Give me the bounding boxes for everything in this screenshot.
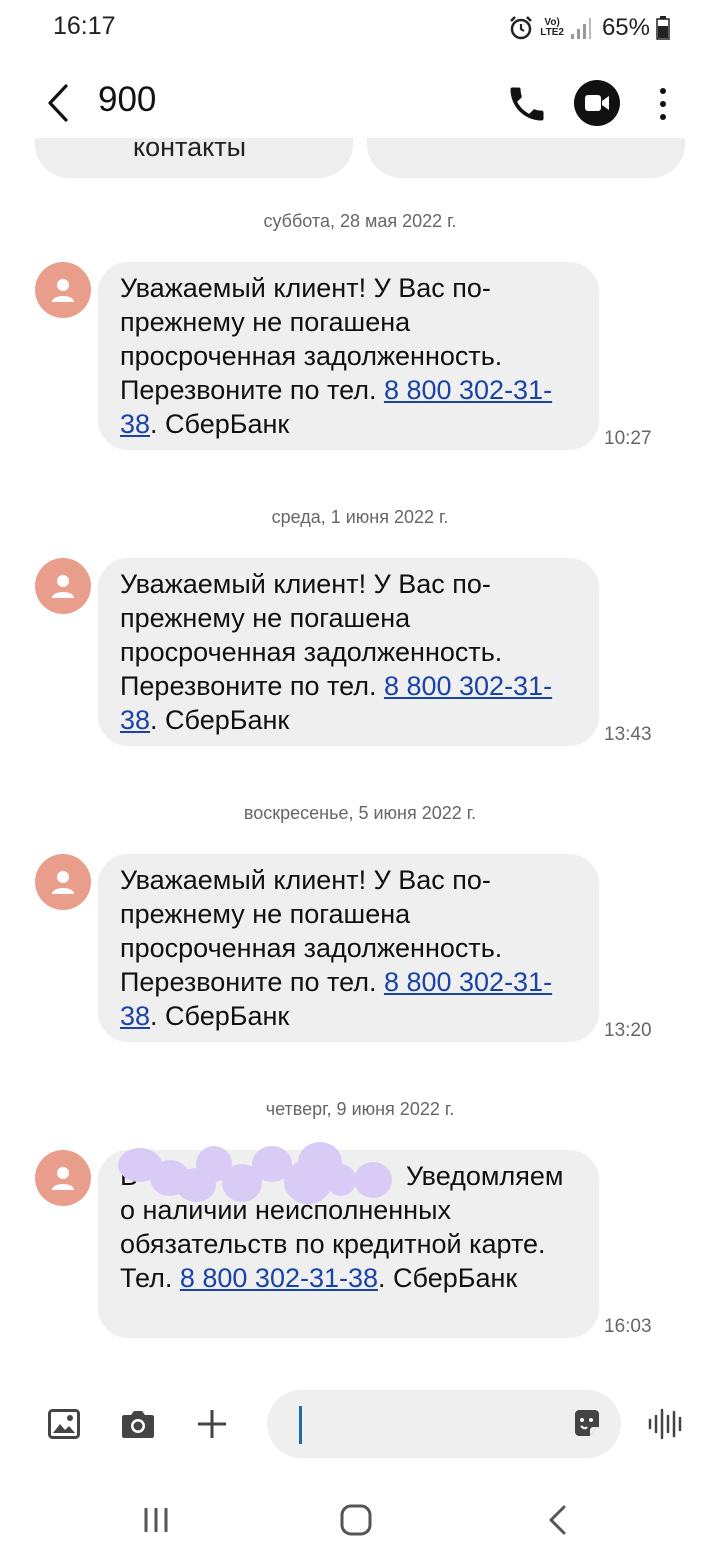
camera-icon xyxy=(122,1411,154,1438)
message-time: 16:03 xyxy=(604,1316,652,1337)
phone-icon xyxy=(510,87,544,121)
signal-icon xyxy=(570,18,591,39)
more-vertical-icon xyxy=(660,88,666,120)
message-time: 13:43 xyxy=(604,724,652,745)
date-separator: четверг, 9 июня 2022 г. xyxy=(265,1099,455,1119)
plus-icon xyxy=(198,1410,226,1438)
message-text-end: . СберБанк xyxy=(378,1263,518,1293)
more-options-button[interactable] xyxy=(650,82,676,126)
message-bubble[interactable]: Уважаемый клиент! У Вас по-прежнему не п… xyxy=(98,854,599,1042)
message-time: 13:20 xyxy=(604,1020,652,1041)
home-button[interactable] xyxy=(336,1500,376,1540)
chevron-left-icon xyxy=(48,84,68,122)
status-bar: 16:17 Vo) LTE2 65% xyxy=(0,0,720,56)
avatar[interactable] xyxy=(35,262,91,318)
voice-record-button[interactable] xyxy=(646,1404,686,1444)
volte-icon: Vo) LTE2 xyxy=(540,17,564,38)
message-text-end: . СберБанк xyxy=(150,1001,290,1031)
message-time: 10:27 xyxy=(604,428,652,449)
recent-apps-icon xyxy=(144,1508,168,1532)
recent-apps-button[interactable] xyxy=(136,1500,176,1540)
compose-bar xyxy=(0,1390,720,1460)
back-button[interactable] xyxy=(40,82,80,124)
gallery-button[interactable] xyxy=(44,1404,84,1444)
video-call-button[interactable] xyxy=(574,80,620,126)
date-separator: среда, 1 июня 2022 г. xyxy=(271,507,449,527)
person-icon xyxy=(52,1167,74,1190)
avatar[interactable] xyxy=(35,1150,91,1206)
call-button[interactable] xyxy=(505,82,549,126)
camera-button[interactable] xyxy=(118,1404,158,1444)
message-text-end: . СберБанк xyxy=(150,705,290,735)
back-icon xyxy=(549,1505,566,1535)
battery-icon xyxy=(656,16,670,40)
system-navigation-bar xyxy=(0,1480,720,1560)
message-bubble[interactable]: Уважаемый клиент! У Вас по-прежнему не п… xyxy=(98,262,599,450)
add-attachment-button[interactable] xyxy=(192,1404,232,1444)
status-icons: Vo) LTE2 65% xyxy=(508,14,670,42)
date-separator: суббота, 28 мая 2022 г. xyxy=(263,211,457,231)
message-input[interactable] xyxy=(297,1400,561,1450)
avatar[interactable] xyxy=(35,558,91,614)
battery-percent: 65% xyxy=(601,14,650,41)
gallery-icon xyxy=(48,1409,80,1439)
text-cursor xyxy=(299,1406,302,1444)
message-bubble[interactable]: Уважаемый клиент! У Вас по-прежнему не п… xyxy=(98,558,599,746)
person-icon xyxy=(52,279,74,302)
phone-link[interactable]: 8 800 302-31-38 xyxy=(180,1263,378,1293)
contact-title: 900 xyxy=(98,80,157,119)
video-call-icon xyxy=(585,95,609,111)
avatar[interactable] xyxy=(35,854,91,910)
person-icon xyxy=(52,575,74,598)
message-input-container[interactable] xyxy=(267,1390,621,1458)
home-icon xyxy=(340,1504,372,1536)
person-icon xyxy=(52,871,74,894)
conversation-header: 900 xyxy=(0,68,720,138)
nav-back-button[interactable] xyxy=(538,1500,578,1540)
alarm-icon xyxy=(510,16,533,40)
sticker-icon xyxy=(575,1410,599,1436)
date-separator: воскресенье, 5 июня 2022 г. xyxy=(243,803,477,823)
message-text-end: . СберБанк xyxy=(150,409,290,439)
status-time: 16:17 xyxy=(53,12,116,40)
sticker-button[interactable] xyxy=(571,1408,603,1440)
voice-record-icon xyxy=(648,1408,682,1440)
